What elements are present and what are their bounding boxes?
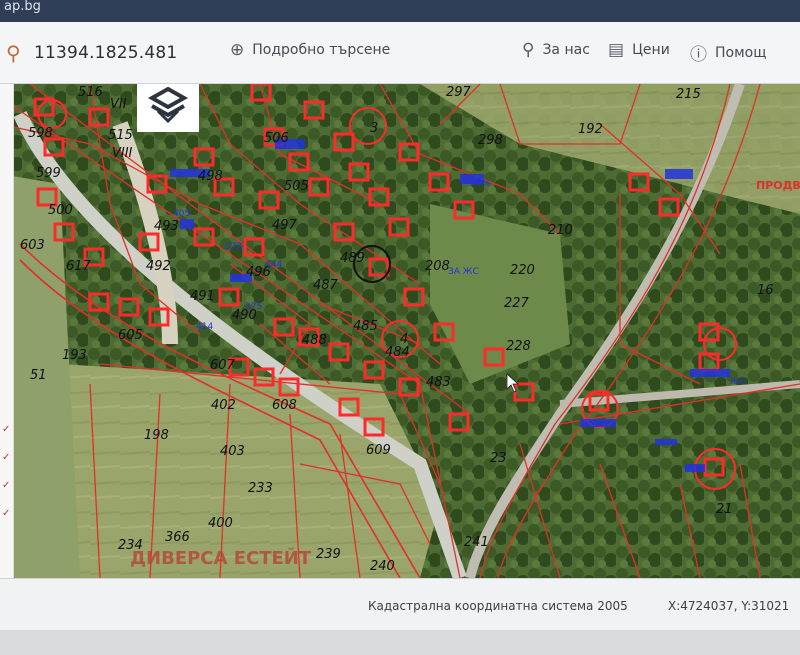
svg-text:505: 505	[284, 179, 309, 194]
svg-text:ЖС: ЖС	[730, 377, 746, 387]
svg-text:21: 21	[716, 502, 733, 517]
svg-text:609: 609	[366, 443, 391, 458]
svg-text:210: 210	[548, 223, 573, 238]
svg-text:506: 506	[264, 131, 289, 146]
svg-text:603: 603	[20, 238, 45, 253]
advanced-search-label: Подробно търсене	[252, 42, 391, 58]
status-bar: Кадастрална координатна система 2005 X:4…	[0, 578, 800, 630]
svg-text:20%: 20%	[470, 179, 490, 189]
svg-text:208: 208	[425, 259, 450, 274]
watermark-text: ДИВЕРСА ЕСТЕЙТ	[130, 547, 312, 569]
chevron-icon[interactable]: ✓	[2, 508, 10, 519]
bottom-strip	[0, 630, 800, 655]
svg-text:240: 240	[370, 559, 395, 574]
field-area	[40, 364, 440, 578]
logo-icon	[147, 86, 189, 124]
prices-button[interactable]: ▤ Цени	[608, 40, 670, 60]
about-button[interactable]: ⚲ За нас	[522, 40, 590, 60]
zoom-search-icon: ⊕	[230, 40, 245, 60]
road-name-label: ПРОДВЗЕМ	[756, 179, 800, 192]
svg-text:488: 488	[302, 333, 327, 348]
cursor-coordinates: X:4724037, Y:31021	[668, 599, 790, 613]
svg-text:516: 516	[78, 85, 103, 100]
svg-text:3: 3	[370, 121, 378, 136]
svg-text:487: 487	[313, 278, 339, 293]
svg-text:515: 515	[108, 128, 133, 143]
svg-text:492: 492	[146, 259, 171, 274]
svg-text:192: 192	[578, 122, 603, 137]
svg-text:4: 4	[400, 332, 408, 347]
svg-text:489: 489	[340, 251, 365, 266]
svg-text:498: 498	[198, 169, 223, 184]
svg-text:ЗА ЖС: ЗА ЖС	[448, 267, 479, 277]
svg-text:485: 485	[353, 319, 378, 334]
svg-text:51: 51	[30, 368, 47, 383]
svg-text:484: 484	[385, 345, 410, 360]
svg-text:493: 493	[154, 219, 179, 234]
left-sidebar: ✓ ✓ ✓ ✓	[0, 84, 14, 630]
svg-text:607: 607	[210, 358, 236, 373]
map-canvas[interactable]: 516 515 598 599 500 603 617 493 492 491 …	[0, 84, 800, 578]
svg-text:405: 405	[173, 209, 190, 219]
svg-text:233: 233	[248, 481, 273, 496]
svg-text:400: 400	[208, 516, 233, 531]
svg-text:497: 497	[272, 218, 298, 233]
svg-text:215: 215	[676, 87, 701, 102]
coordinate-system-label: Кадастрална координатна система 2005	[368, 599, 628, 613]
svg-text:605: 605	[118, 328, 143, 343]
window-title: ap.bg	[0, 0, 800, 22]
prices-label: Цени	[632, 42, 670, 58]
svg-text:239: 239	[316, 547, 341, 562]
svg-text:227: 227	[504, 296, 530, 311]
about-label: За нас	[542, 42, 590, 58]
svg-text:193: 193	[62, 348, 87, 363]
search-input[interactable]: 11394.1825.481	[34, 43, 177, 63]
cadastral-map[interactable]: 516 515 598 599 500 603 617 493 492 491 …	[0, 84, 800, 578]
help-label: Помощ	[715, 44, 767, 61]
search-icon[interactable]: ⚲	[6, 41, 30, 65]
location-pin-icon: ⚲	[522, 40, 535, 60]
chevron-icon[interactable]: ✓	[2, 452, 10, 463]
svg-text:617: 617	[66, 259, 92, 274]
svg-text:378: 378	[225, 242, 242, 252]
advanced-search-button[interactable]: ⊕ Подробно търсене	[230, 40, 390, 60]
svg-text:VIII: VIII	[112, 146, 133, 161]
svg-text:608: 608	[272, 398, 297, 413]
toolbar: ⚲ 11394.1825.481 ⊕ Подробно търсене ⚲ За…	[0, 22, 800, 84]
svg-text:VII: VII	[110, 97, 127, 112]
brand-logo[interactable]	[137, 84, 199, 132]
svg-text:444: 444	[265, 260, 282, 270]
svg-text:297: 297	[446, 85, 472, 100]
svg-text:598: 598	[28, 126, 53, 141]
search-box[interactable]: ⚲ 11394.1825.481	[0, 30, 218, 76]
chevron-icon[interactable]: ✓	[2, 480, 10, 491]
svg-text:220: 220	[510, 263, 535, 278]
svg-text:228: 228	[506, 339, 531, 354]
help-button[interactable]: ⓘ Помощ	[690, 40, 767, 66]
svg-text:241: 241	[464, 535, 489, 550]
help-icon: ⓘ	[690, 45, 707, 65]
screen: ap.bg ⚲ 11394.1825.481 ⊕ Подробно търсен…	[0, 0, 800, 655]
svg-text:198: 198	[144, 428, 169, 443]
svg-text:16: 16	[757, 283, 774, 298]
svg-text:298: 298	[478, 133, 503, 148]
svg-text:414: 414	[196, 322, 213, 332]
svg-text:403: 403	[220, 444, 245, 459]
svg-text:23: 23	[490, 451, 507, 466]
chevron-icon[interactable]: ✓	[2, 424, 10, 435]
price-list-icon: ▤	[608, 40, 625, 60]
svg-text:483: 483	[426, 375, 451, 390]
svg-text:599: 599	[36, 166, 61, 181]
svg-text:500: 500	[48, 203, 73, 218]
svg-text:375: 375	[245, 302, 262, 312]
svg-text:402: 402	[211, 398, 236, 413]
svg-text:491: 491	[190, 289, 215, 304]
svg-text:366: 366	[165, 530, 190, 545]
